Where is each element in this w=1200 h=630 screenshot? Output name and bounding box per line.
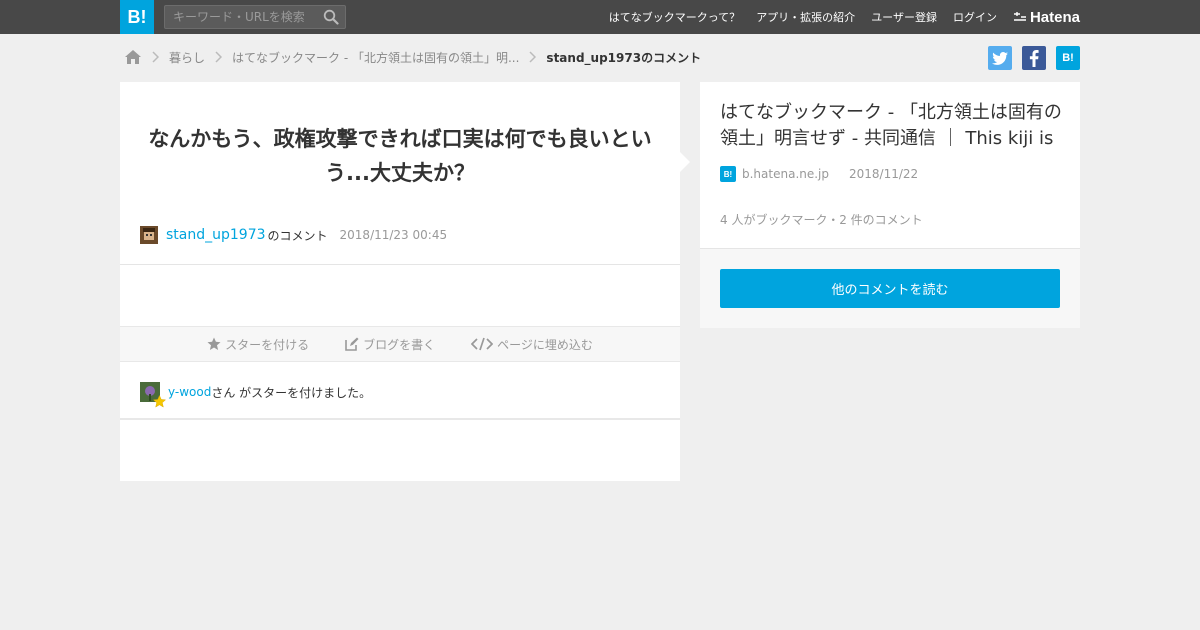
entry-card: はてなブックマーク - 「北方領土は固有の領土」明言せず - 共同通信 ｜ Th… [700,82,1080,328]
comment-text: なんかもう、政権攻撃できれば口実は何でも良いという...大丈夫か？ [148,127,652,185]
facebook-share-button[interactable] [1022,46,1046,70]
facebook-icon [1029,49,1039,67]
chevron-right-icon [215,51,223,63]
entry-domain[interactable]: b.hatena.ne.jp [742,167,829,181]
star-icon [207,337,221,350]
nav-about[interactable]: はてなブックマークって？ [609,9,740,25]
chevron-right-icon [529,51,537,63]
breadcrumb-category[interactable]: 暮らし [169,49,205,66]
edit-icon [345,337,359,351]
star-user-link[interactable]: y-wood [168,385,211,399]
comment-suffix: のコメント [267,228,328,243]
hatena-bookmark-share-button[interactable]: B! [1056,46,1080,70]
embed-button[interactable]: ページに埋め込む [471,336,593,353]
action-bar: スターを付ける ブログを書く ページに埋め込む [120,326,680,362]
write-blog-button[interactable]: ブログを書く [345,336,435,353]
star-notice-text: さん がスターを付けました。 [211,385,372,400]
card-pointer [680,152,690,172]
entry-meta: B! b.hatena.ne.jp 2018/11/22 [720,166,918,182]
divider [120,264,680,265]
top-nav: はてなブックマークって？ アプリ・拡張の紹介 ユーザー登録 ログイン Haten… [593,0,1080,34]
hatena-logo[interactable]: Hatena [1013,9,1080,26]
comment-meta: stand_up1973 のコメント 2018/11/23 00:45 [140,225,447,245]
breadcrumb-current: stand_up1973のコメント [546,50,702,65]
nav-register[interactable]: ユーザー登録 [871,9,937,25]
search-icon[interactable] [323,9,339,25]
home-icon[interactable] [124,49,142,65]
search-input[interactable] [165,6,315,28]
breadcrumb-entry[interactable]: はてなブックマーク - 「北方領土は固有の領土」明... [232,49,519,66]
bookmark-stats: 4 人がブックマーク・2 件のコメント [720,213,923,227]
breadcrumb: 暮らし はてなブックマーク - 「北方領土は固有の領土」明... stand_u… [124,46,701,68]
write-blog-label: ブログを書く [363,337,436,352]
twitter-share-button[interactable] [988,46,1012,70]
twitter-icon [992,51,1008,65]
yellow-star-icon [153,395,166,408]
add-star-label: スターを付ける [225,337,310,352]
divider [120,418,680,420]
hatena-bookmark-logo[interactable]: B! [120,0,154,34]
nav-login[interactable]: ログイン [953,9,997,25]
chevron-right-icon [152,51,159,63]
code-icon [471,337,494,351]
top-bar: B! はてなブックマークって？ アプリ・拡張の紹介 ユーザー登録 ログイン Ha… [0,0,1200,34]
site-favicon: B! [720,166,736,182]
entry-date: 2018/11/22 [849,167,919,181]
entry-title-link[interactable]: はてなブックマーク - 「北方領土は固有の領土」明言せず - 共同通信 ｜ Th… [720,100,1065,152]
star-user-avatar[interactable] [140,382,166,408]
add-star-button[interactable]: スターを付ける [207,336,309,353]
comment-user-link[interactable]: stand_up1973 [166,227,266,243]
comment-date[interactable]: 2018/11/23 00:45 [340,228,448,242]
hatena-mark-icon [1013,12,1026,21]
comment-card: なんかもう、政権攻撃できれば口実は何でも良いという...大丈夫か？ stand_… [120,82,680,481]
entry-card-footer: 他のコメントを読む [700,248,1080,328]
nav-apps[interactable]: アプリ・拡張の紹介 [756,9,855,25]
share-buttons: B! [978,46,1080,70]
embed-label: ページに埋め込む [497,337,593,352]
search-box[interactable] [164,5,346,29]
hatena-logo-text: Hatena [1029,8,1080,26]
star-notice: y-wood さん がスターを付けました。 [140,382,372,408]
user-avatar[interactable] [140,226,158,244]
read-other-comments-button[interactable]: 他のコメントを読む [720,269,1060,308]
